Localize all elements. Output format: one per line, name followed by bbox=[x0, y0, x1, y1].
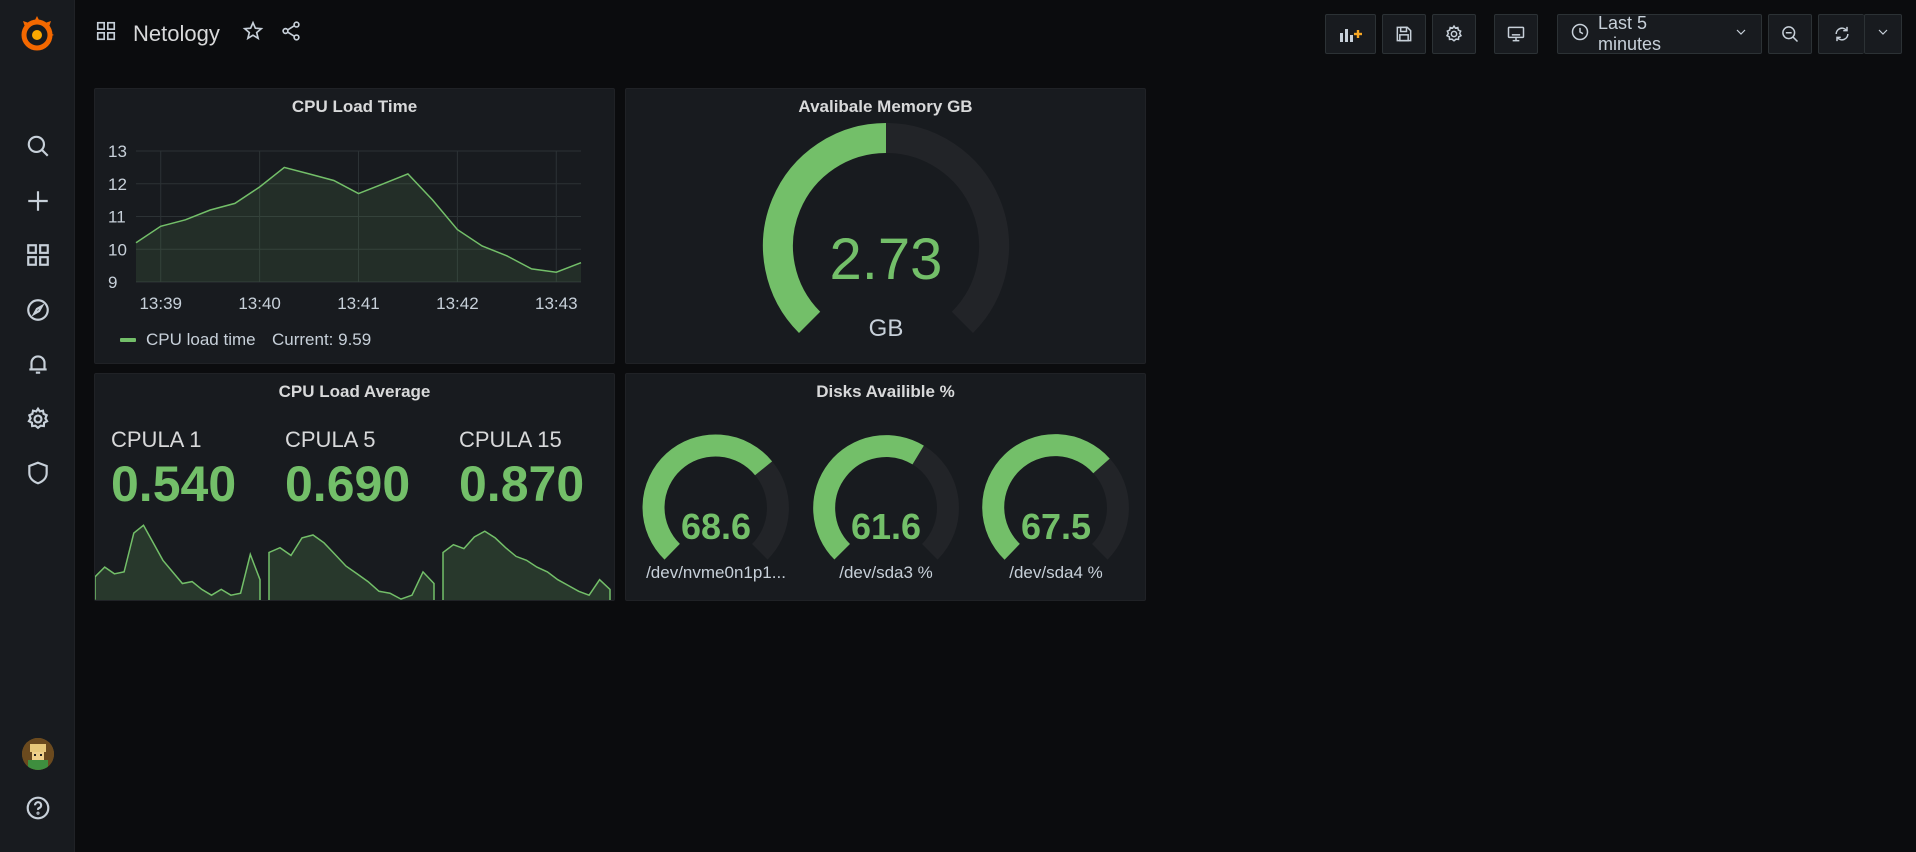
gauge-label: /dev/sda3 % bbox=[839, 563, 933, 582]
y-tick-label: 9 bbox=[108, 273, 117, 292]
dashboards-icon[interactable] bbox=[22, 239, 54, 271]
gauge-unit: GB bbox=[869, 315, 904, 342]
legend-swatch bbox=[120, 338, 136, 342]
gear-icon[interactable] bbox=[22, 403, 54, 435]
stat-cpula-15: CPULA 15 0.870 bbox=[442, 427, 611, 600]
x-tick-label: 13:43 bbox=[535, 294, 578, 313]
refresh-interval-dropdown[interactable] bbox=[1864, 14, 1902, 54]
gauge-disk-nvme0n1p1: 68.6 /dev/nvme0n1p1... bbox=[642, 434, 789, 582]
chevron-down-icon bbox=[1875, 24, 1891, 45]
gauge-value: 61.6 bbox=[851, 506, 921, 547]
x-tick-label: 13:41 bbox=[337, 294, 380, 313]
stat-cpula-1: CPULA 1 0.540 bbox=[95, 427, 261, 600]
gauge-disk-sda4: 67.5 /dev/sda4 % bbox=[982, 434, 1129, 582]
y-tick-label: 10 bbox=[108, 240, 127, 259]
gauge-value: 68.6 bbox=[681, 506, 751, 547]
dashboard-title[interactable]: Netology bbox=[133, 21, 220, 47]
gauge-label: /dev/nvme0n1p1... bbox=[646, 563, 786, 582]
star-icon[interactable] bbox=[242, 20, 264, 47]
gauge-disk-sda3: 61.6 /dev/sda3 % bbox=[813, 435, 959, 582]
bell-icon[interactable] bbox=[22, 348, 54, 380]
share-icon[interactable] bbox=[280, 20, 302, 47]
stat-label: CPULA 15 bbox=[459, 427, 562, 452]
stat-value: 0.690 bbox=[285, 456, 410, 512]
stat-label: CPULA 5 bbox=[285, 427, 376, 452]
panel-cpu-load-time: CPU Load Time 9 10 11 12 13 13:39 13:40 13:41 1… bbox=[94, 88, 615, 364]
sparkline bbox=[268, 534, 435, 600]
x-tick-label: 13:39 bbox=[139, 294, 182, 313]
tv-mode-button[interactable] bbox=[1494, 14, 1538, 54]
stat-value: 0.870 bbox=[459, 456, 584, 512]
top-bar: Netology Last 5 minutes bbox=[75, 0, 1916, 68]
stat-value: 0.540 bbox=[111, 456, 236, 512]
compass-icon[interactable] bbox=[22, 294, 54, 326]
y-tick-label: 11 bbox=[108, 208, 126, 227]
zoom-out-button[interactable] bbox=[1768, 14, 1812, 54]
dashboard-settings-button[interactable] bbox=[1432, 14, 1476, 54]
plus-icon[interactable] bbox=[22, 185, 54, 217]
search-icon[interactable] bbox=[22, 130, 54, 162]
help-icon[interactable] bbox=[22, 792, 54, 824]
panel-cpu-load-average: CPU Load Average CPULA 1 0.540 CPULA 5 0… bbox=[94, 373, 615, 601]
save-dashboard-button[interactable] bbox=[1382, 14, 1426, 54]
cpu-load-time-chart: 9 10 11 12 13 13:39 13:40 13:41 13:42 13:43 CPU … bbox=[108, 142, 582, 349]
shield-icon[interactable] bbox=[22, 457, 54, 489]
sidebar bbox=[0, 0, 75, 852]
panel-available-memory: Avalibale Memory GB 2.73 GB bbox=[625, 88, 1146, 364]
refresh-button[interactable] bbox=[1818, 14, 1864, 54]
panel-disks-available: Disks Availible % 68.6 /dev/nvme0n1p1...… bbox=[625, 373, 1146, 601]
add-panel-button[interactable] bbox=[1325, 14, 1376, 54]
stat-cpula-5: CPULA 5 0.690 bbox=[268, 427, 435, 600]
gauge-label: /dev/sda4 % bbox=[1009, 563, 1103, 582]
dashboard-grid-icon bbox=[95, 20, 117, 47]
grafana-logo-icon[interactable] bbox=[16, 12, 58, 54]
y-tick-label: 12 bbox=[108, 175, 127, 194]
x-tick-label: 13:42 bbox=[436, 294, 479, 313]
gauge-value: 67.5 bbox=[1021, 506, 1091, 547]
x-tick-label: 13:40 bbox=[238, 294, 281, 313]
dashboard-header: Netology bbox=[95, 20, 302, 47]
sparkline bbox=[95, 524, 261, 600]
legend-series-label[interactable]: CPU load time bbox=[146, 330, 256, 349]
gauge-track bbox=[751, 461, 789, 560]
legend-current-value: Current: 9.59 bbox=[272, 330, 371, 349]
disks-gauges: 68.6 /dev/nvme0n1p1... 61.6 /dev/sda3 % … bbox=[642, 434, 1129, 582]
time-range-picker[interactable]: Last 5 minutes bbox=[1557, 13, 1762, 54]
avatar[interactable] bbox=[22, 738, 54, 770]
stat-label: CPULA 1 bbox=[111, 427, 202, 452]
cpu-load-average-stats: CPULA 1 0.540 CPULA 5 0.690 CPULA 15 0.8… bbox=[95, 427, 611, 600]
gauge-value: 2.73 bbox=[830, 227, 943, 292]
gauge-track bbox=[912, 445, 959, 560]
memory-gauge: 2.73 GB bbox=[762, 123, 1010, 342]
gauge-track bbox=[1091, 458, 1129, 560]
clock-icon bbox=[1570, 22, 1590, 47]
chevron-down-icon bbox=[1733, 24, 1749, 45]
y-tick-label: 13 bbox=[108, 142, 127, 161]
time-range-label: Last 5 minutes bbox=[1598, 13, 1662, 54]
sparkline bbox=[442, 530, 611, 600]
